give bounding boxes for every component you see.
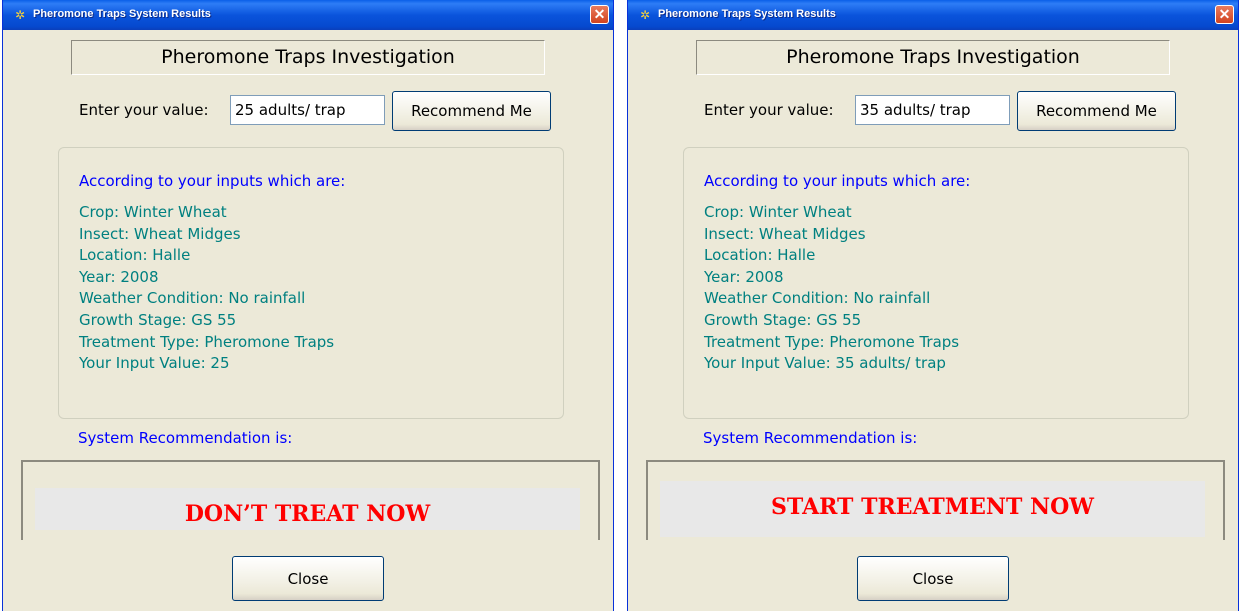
- results-window-left: ✲ Pheromone Traps System Results ✕ Phero…: [2, 0, 614, 611]
- page-heading: Pheromone Traps Investigation: [71, 40, 545, 75]
- recommend-me-button[interactable]: Recommend Me: [1017, 91, 1176, 131]
- close-button[interactable]: Close: [857, 556, 1009, 601]
- window-title: Pheromone Traps System Results: [658, 8, 836, 20]
- close-icon[interactable]: ✕: [1215, 5, 1234, 24]
- input-crop: Crop: Winter Wheat: [704, 203, 852, 221]
- enter-value-label: Enter your value:: [79, 101, 209, 119]
- input-year: Year: 2008: [79, 267, 159, 286]
- input-treatment-type: Treatment Type: Pheromone Traps: [704, 332, 960, 351]
- input-treatment-type: Treatment Type: Pheromone Traps: [79, 332, 335, 351]
- input-value: Your Input Value: 35 adults/ trap: [704, 354, 946, 373]
- app-icon: ✲: [15, 8, 26, 22]
- app-icon: ✲: [640, 8, 651, 22]
- inputs-list: Crop: Winter Wheat Insect: Wheat Midges …: [79, 202, 334, 375]
- inputs-list: Crop: Winter Wheat Insect: Wheat Midges …: [704, 202, 959, 375]
- close-icon[interactable]: ✕: [590, 5, 609, 24]
- input-year: Year: 2008: [704, 267, 784, 286]
- recommendation-text: DON’T TREAT NOW: [35, 488, 580, 530]
- input-value: Your Input Value: 25: [79, 354, 230, 373]
- results-window-right: ✲ Pheromone Traps System Results ✕ Phero…: [627, 0, 1239, 611]
- input-growth-stage: Growth Stage: GS 55: [79, 310, 237, 329]
- recommendation-label: System Recommendation is:: [703, 429, 918, 447]
- input-insect: Insect: Wheat Midges: [704, 224, 866, 243]
- title-bar[interactable]: ✲ Pheromone Traps System Results ✕: [3, 0, 613, 30]
- inputs-summary-group: According to your inputs which are: Crop…: [58, 147, 564, 419]
- input-crop: Crop: Winter Wheat: [79, 203, 227, 221]
- input-location: Location: Halle: [704, 246, 816, 265]
- window-title: Pheromone Traps System Results: [33, 8, 211, 20]
- input-location: Location: Halle: [79, 246, 191, 265]
- recommendation-frame: START TREATMENT NOW: [646, 460, 1225, 540]
- page-heading: Pheromone Traps Investigation: [696, 40, 1170, 75]
- according-label: According to your inputs which are:: [704, 172, 971, 190]
- input-growth-stage: Growth Stage: GS 55: [704, 310, 862, 329]
- value-input[interactable]: [855, 95, 1010, 125]
- close-button[interactable]: Close: [232, 556, 384, 601]
- according-label: According to your inputs which are:: [79, 172, 346, 190]
- input-weather: Weather Condition: No rainfall: [704, 289, 931, 308]
- enter-value-label: Enter your value:: [704, 101, 834, 119]
- value-input[interactable]: [230, 95, 385, 125]
- inputs-summary-group: According to your inputs which are: Crop…: [683, 147, 1189, 419]
- input-insect: Insect: Wheat Midges: [79, 224, 241, 243]
- recommend-me-button[interactable]: Recommend Me: [392, 91, 551, 131]
- recommendation-text: START TREATMENT NOW: [660, 481, 1205, 537]
- input-weather: Weather Condition: No rainfall: [79, 289, 306, 308]
- recommendation-frame: DON’T TREAT NOW: [21, 460, 600, 540]
- title-bar[interactable]: ✲ Pheromone Traps System Results ✕: [628, 0, 1238, 30]
- recommendation-label: System Recommendation is:: [78, 429, 293, 447]
